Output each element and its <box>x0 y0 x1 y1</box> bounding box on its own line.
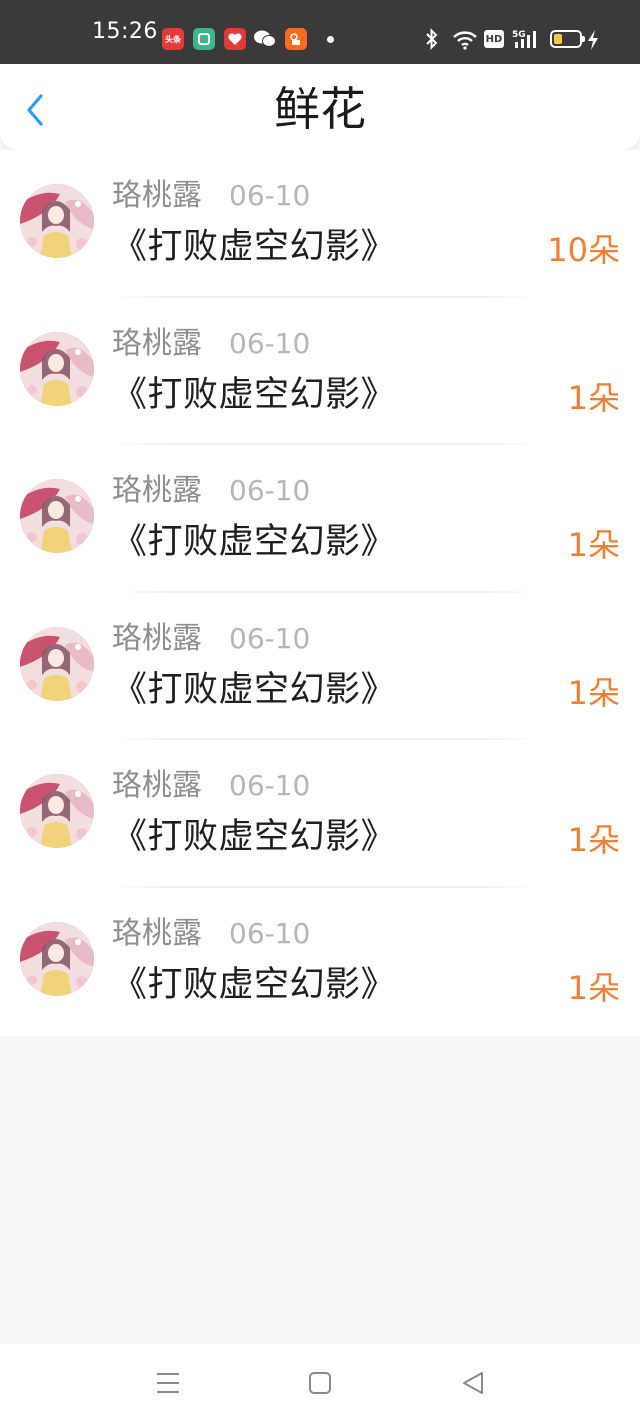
green-app-icon <box>193 28 215 50</box>
avatar[interactable] <box>20 921 94 996</box>
wechat-icon <box>254 28 276 50</box>
notification-dot <box>327 36 334 43</box>
sent-date: 06-10 <box>229 474 311 508</box>
list-item[interactable]: 珞桃露 06-10 《打败虚空幻影》 1朵 <box>0 298 640 446</box>
sender-name: 珞桃露 <box>112 620 202 656</box>
book-title: 《打败虚空幻影》 <box>112 817 397 858</box>
sender-name: 珞桃露 <box>112 915 202 951</box>
avatar-art <box>20 331 94 406</box>
flower-amount: 10朵 <box>547 231 620 269</box>
heart-app-icon <box>224 28 246 50</box>
svg-text:5G: 5G <box>512 30 526 40</box>
sender-name: 珞桃露 <box>112 768 202 804</box>
avatar[interactable] <box>20 184 94 258</box>
header: 鲜花 <box>0 64 640 150</box>
home-square-icon <box>309 1372 331 1394</box>
book-title: 《打败虚空幻影》 <box>112 227 397 267</box>
sender-name: 珞桃露 <box>112 178 202 213</box>
flower-amount: 1朵 <box>567 968 620 1007</box>
sent-date: 06-10 <box>229 179 311 212</box>
avatar-art <box>20 921 94 996</box>
book-title: 《打败虚空幻影》 <box>112 964 397 1005</box>
book-title: 《打败虚空幻影》 <box>112 374 397 415</box>
kuaishou-icon <box>285 28 307 50</box>
book-title: 《打败虚空幻影》 <box>112 522 397 563</box>
avatar-art <box>20 479 94 554</box>
system-nav-bar <box>0 1344 640 1422</box>
list-item[interactable]: 珞桃露 06-10 《打败虚空幻影》 1朵 <box>0 593 640 741</box>
flower-amount: 1朵 <box>567 378 620 417</box>
status-time: 15:26 <box>92 19 158 44</box>
sent-date: 06-10 <box>229 769 311 803</box>
avatar-art <box>20 774 94 849</box>
toutiao-label: 头条 <box>165 34 181 44</box>
menu-button[interactable] <box>153 1368 183 1398</box>
page-title: 鲜花 <box>274 82 366 136</box>
toutiao-icon: 头条 <box>162 28 184 50</box>
home-button[interactable] <box>305 1368 335 1398</box>
charging-icon <box>586 29 600 55</box>
avatar[interactable] <box>20 331 94 406</box>
list-item[interactable]: 珞桃露 06-10 《打败虚空幻影》 10朵 <box>0 150 640 298</box>
sender-name: 珞桃露 <box>112 473 202 509</box>
signal-icon: 5G <box>512 28 542 54</box>
flower-amount: 1朵 <box>567 526 620 565</box>
battery-icon <box>550 30 585 48</box>
list-item[interactable]: 珞桃露 06-10 《打败虚空幻影》 1朵 <box>0 888 640 1036</box>
avatar[interactable] <box>20 626 94 701</box>
hd-badge: HD <box>484 30 504 48</box>
avatar-art <box>20 626 94 701</box>
avatar-art <box>20 184 94 258</box>
sent-date: 06-10 <box>229 621 311 655</box>
flower-amount: 1朵 <box>567 673 620 712</box>
list-item[interactable]: 珞桃露 06-10 《打败虚空幻影》 1朵 <box>0 740 640 888</box>
flower-list: 珞桃露 06-10 《打败虚空幻影》 10朵 珞桃露 06-10 《打败虚空幻影… <box>0 150 640 1036</box>
bluetooth-icon <box>424 28 440 54</box>
back-triangle-icon <box>463 1372 483 1394</box>
avatar[interactable] <box>20 479 94 554</box>
menu-icon <box>157 1373 179 1393</box>
nav-back-button[interactable] <box>458 1368 488 1398</box>
sender-name: 珞桃露 <box>112 325 202 361</box>
flower-amount: 1朵 <box>567 821 620 860</box>
status-bar: 15:26 头条 HD 5G <box>0 0 640 64</box>
sent-date: 06-10 <box>229 326 311 360</box>
wifi-icon <box>452 30 478 54</box>
sent-date: 06-10 <box>229 916 311 950</box>
list-item[interactable]: 珞桃露 06-10 《打败虚空幻影》 1朵 <box>0 445 640 593</box>
avatar[interactable] <box>20 774 94 849</box>
book-title: 《打败虚空幻影》 <box>112 669 397 710</box>
